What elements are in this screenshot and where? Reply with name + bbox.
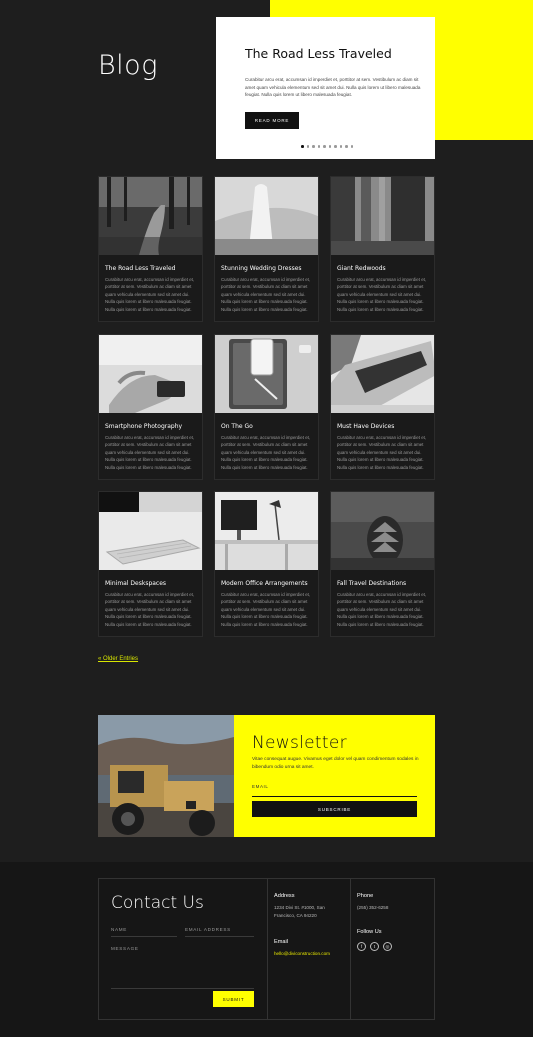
blog-post-title[interactable]: Modern Office Arrangements [221,580,312,588]
featured-post-excerpt: Curabitur arcu erat, accumsan id imperdi… [245,77,421,97]
blog-post-title[interactable]: Stunning Wedding Dresses [221,265,312,273]
column-divider [350,879,351,1019]
blog-post-excerpt: Curabitur arcu erat, accumsan id imperdi… [337,434,427,470]
slider-dot[interactable] [350,145,353,148]
subscribe-button[interactable]: SUBSCRIBE [252,801,417,817]
blog-post-excerpt: Curabitur arcu erat, accumsan id imperdi… [337,591,427,627]
name-field[interactable]: NAME [111,927,177,937]
blog-post-card[interactable]: Minimal Deskspaces Curabitur arcu erat, a… [98,491,203,638]
blog-post-excerpt: Curabitur arcu erat, accumsan id imperdi… [221,591,311,627]
blog-post-card[interactable]: Stunning Wedding Dresses Curabitur arcu e… [214,176,319,323]
blog-post-title[interactable]: Smartphone Photography [105,423,196,431]
slider-dot[interactable] [339,145,342,148]
blog-post-card[interactable]: Must Have Devices Curabitur arcu erat, ac… [330,334,435,481]
slider-dot[interactable] [317,145,320,148]
blog-post-excerpt: Curabitur arcu erat, accumsan id imperdi… [105,276,195,312]
blog-post-title[interactable]: On The Go [221,423,312,431]
twitter-icon[interactable]: t [370,942,379,951]
phone-heading: Phone [357,893,374,899]
construction-vehicle-image [98,715,234,837]
contact-box: Contact Us NAME EMAIL ADDRESS MESSAGE SU… [98,878,435,1020]
blog-post-card[interactable]: On The Go Curabitur arcu erat, accumsan i… [214,334,319,481]
follow-heading: Follow Us [357,929,382,935]
submit-button[interactable]: SUBMIT [213,991,254,1007]
blog-post-excerpt: Curabitur arcu erat, accumsan id imperdi… [105,591,195,627]
blog-post-excerpt: Curabitur arcu erat, accumsan id imperdi… [221,276,311,312]
blog-post-card[interactable]: Giant Redwoods Curabitur arcu erat, accum… [330,176,435,323]
blog-post-image[interactable] [215,177,318,255]
blog-post-image[interactable] [99,492,202,570]
slider-dot[interactable] [301,145,304,148]
blog-post-title[interactable]: Fall Travel Destinations [337,580,428,588]
newsletter-description: Vitae consequat augue. Vivamus eget dolo… [252,757,419,770]
blog-post-excerpt: Curabitur arcu erat, accumsan id imperdi… [105,434,195,470]
column-divider [267,879,268,1019]
contact-title: Contact Us [111,893,204,913]
blog-post-image[interactable] [99,335,202,413]
blog-post-image[interactable] [215,492,318,570]
blog-post-title[interactable]: Minimal Deskspaces [105,580,196,588]
blog-post-excerpt: Curabitur arcu erat, accumsan id imperdi… [337,276,427,312]
newsletter-section: Newsletter Vitae consequat augue. Vivamu… [98,715,435,837]
newsletter-panel: Newsletter Vitae consequat augue. Vivamu… [234,715,435,837]
newsletter-title: Newsletter [252,733,347,753]
newsletter-email-input[interactable]: EMAIL [252,784,417,797]
read-more-button[interactable]: READ MORE [245,112,299,129]
phone-value: (255) 352-6258 [357,905,389,910]
older-entries-link[interactable]: « Older Entries [98,656,138,662]
slider-pagination [301,145,353,148]
slider-dot[interactable] [306,145,309,148]
blog-post-card[interactable]: Modern Office Arrangements Curabitur arcu… [214,491,319,638]
email-heading: Email [274,939,288,945]
blog-post-image[interactable] [215,335,318,413]
blog-post-image[interactable] [331,335,434,413]
page-title: Blog [98,50,158,81]
address-heading: Address [274,893,295,899]
blog-post-title[interactable]: The Road Less Traveled [105,265,196,273]
blog-post-image[interactable] [331,492,434,570]
featured-post-card: The Road Less Traveled Curabitur arcu er… [216,17,435,159]
address-line-2: Francisco, CA 94220 [274,913,317,918]
message-field[interactable]: MESSAGE [111,946,254,989]
slider-dot[interactable] [345,145,348,148]
featured-post-title[interactable]: The Road Less Traveled [245,47,415,60]
blog-post-title[interactable]: Must Have Devices [337,423,428,431]
email-link[interactable]: hello@diviconstruction.com [274,949,330,958]
blog-post-image[interactable] [331,177,434,255]
slider-dot[interactable] [312,145,315,148]
blog-post-card[interactable]: The Road Less Traveled Curabitur arcu era… [98,176,203,323]
blog-post-card[interactable]: Smartphone Photography Curabitur arcu era… [98,334,203,481]
blog-post-image[interactable] [99,177,202,255]
slider-dot[interactable] [334,145,337,148]
slider-dot[interactable] [328,145,331,148]
blog-post-title[interactable]: Giant Redwoods [337,265,428,273]
facebook-icon[interactable]: f [357,942,366,951]
slider-dot[interactable] [323,145,326,148]
email-address-field[interactable]: EMAIL ADDRESS [185,927,254,937]
footer: Contact Us NAME EMAIL ADDRESS MESSAGE SU… [0,862,533,1037]
blog-post-card[interactable]: Fall Travel Destinations Curabitur arcu e… [330,491,435,638]
blog-post-excerpt: Curabitur arcu erat, accumsan id imperdi… [221,434,311,470]
instagram-icon[interactable]: ◎ [383,942,392,951]
